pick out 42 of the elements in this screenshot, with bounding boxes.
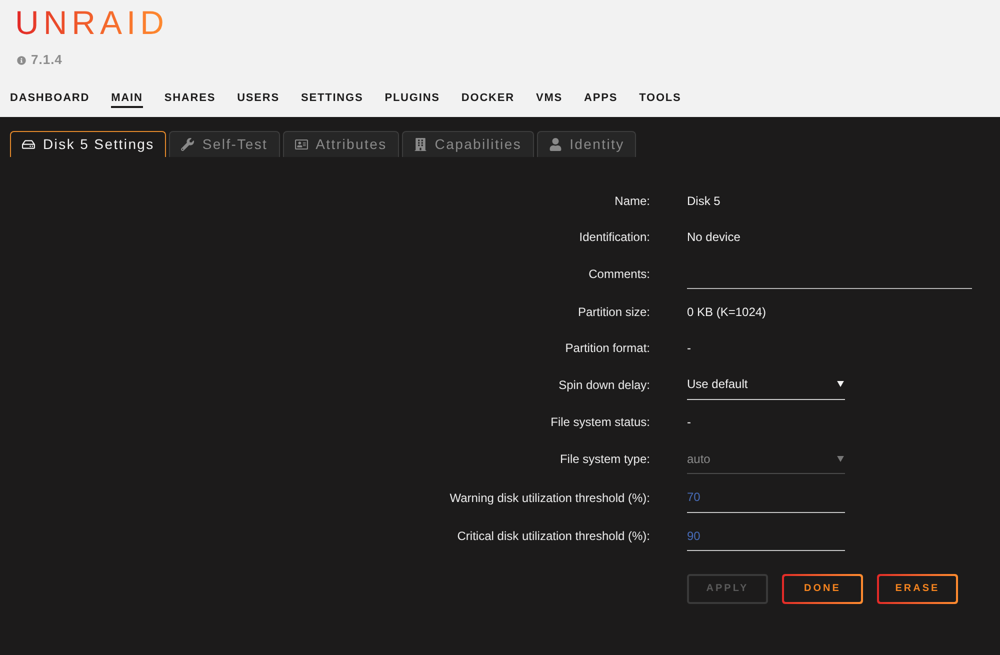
- field-label: Spin down delay:: [558, 376, 650, 394]
- tab[interactable]: Self-Test: [169, 131, 280, 157]
- tab[interactable]: Disk 5 Settings: [10, 131, 166, 157]
- caret-icon: [837, 456, 844, 462]
- id-card-icon: [294, 138, 308, 151]
- building-icon: [414, 138, 427, 151]
- field-value: -: [687, 340, 691, 356]
- nav-link[interactable]: SHARES: [164, 91, 216, 108]
- field-value: 0 KB (K=1024): [687, 304, 766, 320]
- version-label: 7.1.4: [31, 52, 62, 68]
- nav-link[interactable]: VMS: [536, 91, 563, 108]
- nav-link[interactable]: TOOLS: [639, 91, 682, 108]
- wrench-icon: [181, 138, 194, 151]
- caret-icon: [837, 381, 844, 388]
- field-label: File system status:: [550, 414, 650, 431]
- tab[interactable]: Identity: [536, 131, 636, 157]
- info-icon[interactable]: [17, 56, 26, 64]
- action-button[interactable]: DONE: [782, 574, 863, 604]
- field-label: Warning disk utilization threshold (%):: [450, 490, 650, 507]
- field-value: Disk 5: [687, 193, 720, 210]
- nav-link[interactable]: PLUGINS: [384, 91, 440, 108]
- field-label: Partition size:: [578, 304, 650, 320]
- tab[interactable]: Attributes: [282, 131, 399, 157]
- nav-link[interactable]: DOCKER: [461, 91, 514, 108]
- nav-link[interactable]: MAIN: [111, 91, 143, 108]
- action-button[interactable]: ERASE: [877, 574, 958, 604]
- field-label: Partition format:: [565, 340, 650, 356]
- field-label: Critical disk utilization threshold (%):: [457, 528, 650, 546]
- nav-link[interactable]: DASHBOARD: [10, 91, 90, 108]
- field-label: Comments:: [588, 266, 650, 284]
- field-label: File system type:: [560, 451, 650, 468]
- nav-link[interactable]: SETTINGS: [300, 91, 364, 108]
- hard-drive-icon: [22, 138, 35, 151]
- field-label: Name:: [614, 193, 650, 210]
- dropdown-select[interactable]: Use default: [687, 370, 845, 400]
- field-value: No device: [687, 229, 740, 246]
- field-label: Identification:: [579, 229, 650, 246]
- tab[interactable]: Capabilities: [402, 131, 534, 157]
- nav-link[interactable]: USERS: [237, 91, 280, 108]
- user-icon: [548, 138, 562, 151]
- field-value: -: [687, 414, 691, 431]
- nav-link[interactable]: APPS: [584, 91, 618, 108]
